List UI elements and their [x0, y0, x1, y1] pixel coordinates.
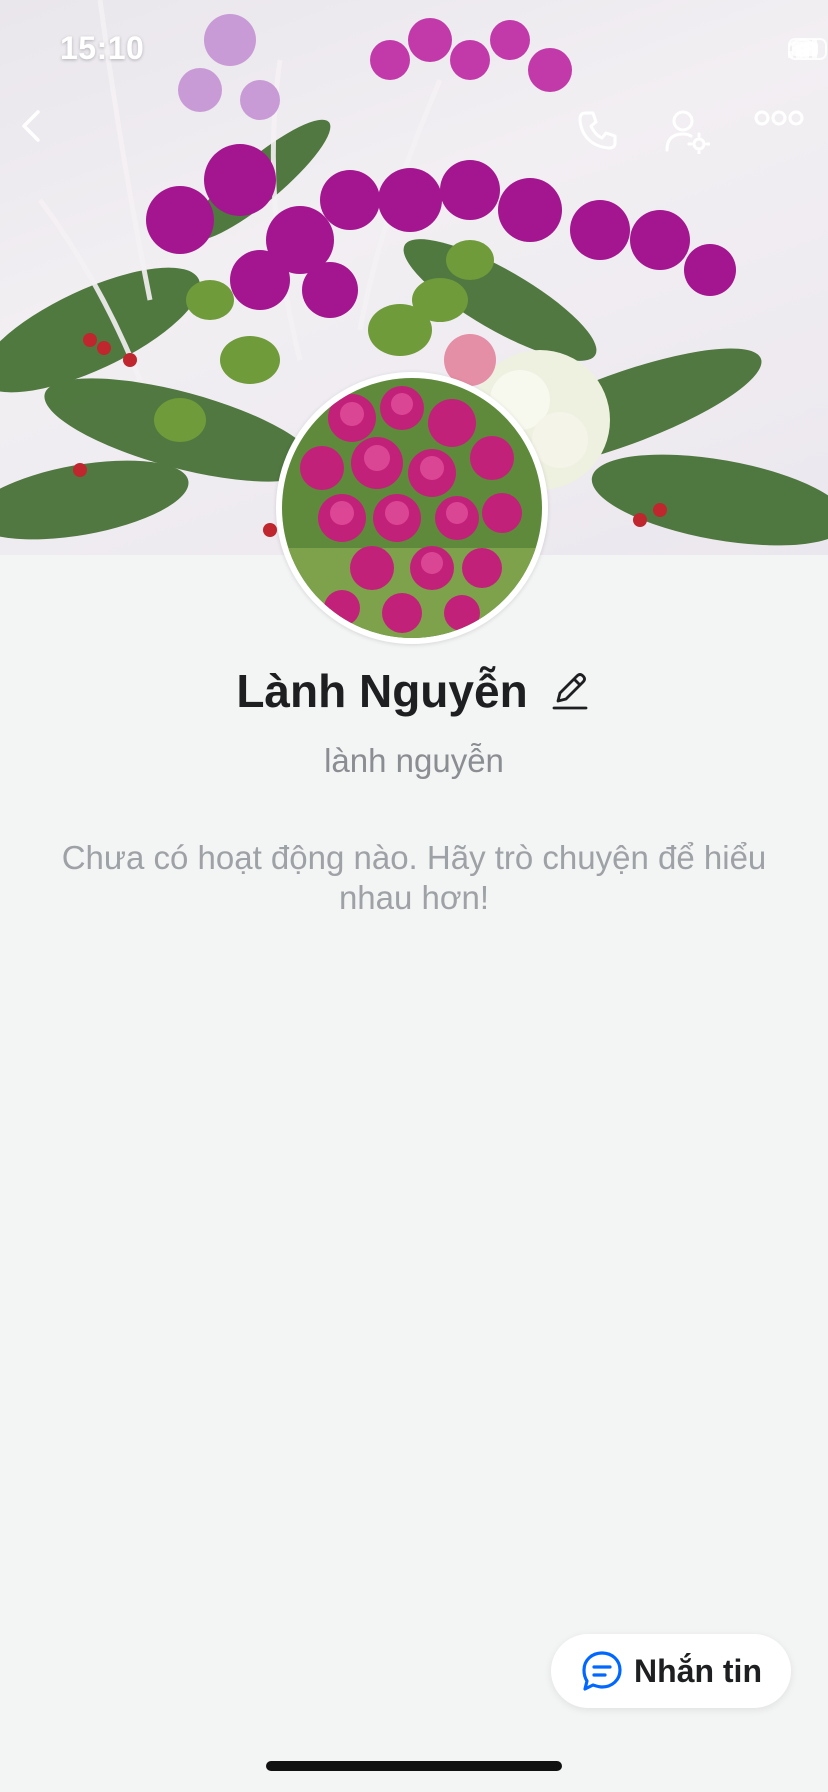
phone-icon	[578, 111, 617, 150]
profile-screen: 15:10 Lành Nguyễn lành nguyễn Chưa có ho…	[0, 0, 828, 1792]
user-settings-button[interactable]	[664, 108, 728, 172]
status-bar-time: 15:10	[60, 30, 145, 66]
avatar[interactable]	[276, 372, 548, 644]
display-name: Lành Nguyễn	[236, 665, 528, 717]
message-button[interactable]: Nhắn tin	[551, 1634, 791, 1708]
empty-activity-message: Chưa có hoạt động nào. Hãy trò chuyện để…	[61, 839, 767, 916]
pencil-icon	[552, 673, 588, 710]
message-button-label: Nhắn tin	[634, 1652, 762, 1689]
name-row: Lành Nguyễn	[0, 664, 828, 718]
edit-name-button[interactable]	[548, 669, 592, 713]
call-button[interactable]	[576, 108, 640, 172]
more-options-button[interactable]	[754, 108, 818, 172]
chevron-left-icon	[22, 110, 40, 142]
user-settings-icon	[665, 110, 710, 154]
more-dots-icon	[754, 110, 804, 126]
chat-bubble-icon	[582, 1651, 622, 1691]
back-button[interactable]	[14, 108, 78, 172]
battery-icon	[788, 38, 827, 60]
username: lành nguyễn	[324, 742, 504, 779]
home-indicator	[266, 1761, 562, 1771]
avatar-flowers-image	[282, 378, 542, 638]
